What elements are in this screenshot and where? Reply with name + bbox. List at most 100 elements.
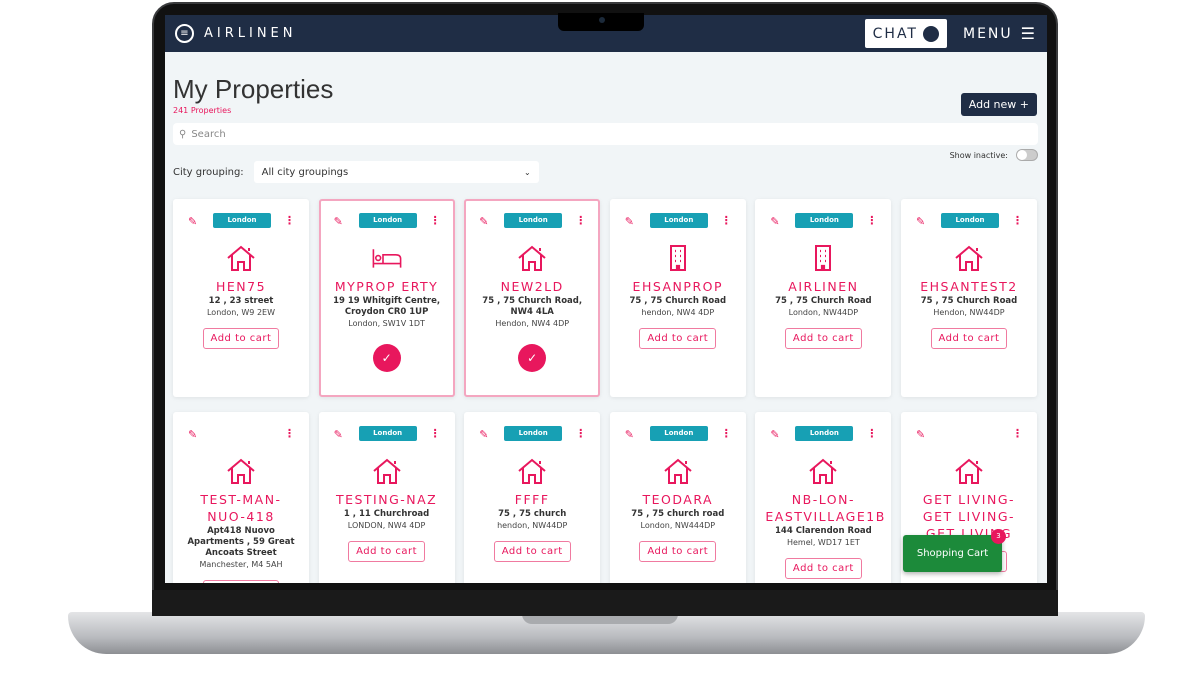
more-vertical-icon[interactable]: ⋮ [284, 427, 295, 440]
property-name: FFFF [514, 492, 550, 507]
chat-button[interactable]: CHAT [864, 19, 947, 48]
property-address: 144 Clarendon Road [775, 526, 872, 536]
menu-label: MENU [963, 25, 1013, 42]
pencil-icon[interactable]: ✎ [188, 215, 197, 228]
more-vertical-icon[interactable]: ⋮ [284, 214, 295, 227]
property-card[interactable]: ✎ ⋮ London EHSANTEST2 75 , 75 Church Road Hen… [900, 199, 1037, 397]
property-name: HEN75 [215, 279, 267, 294]
property-card[interactable]: ✎ ⋮ London AIRLINEN 75 , 75 Church Road Londo… [755, 199, 892, 397]
property-city: London, W9 2EW [206, 308, 275, 317]
add-to-cart-button[interactable]: Add to cart [930, 328, 1008, 349]
property-card[interactable]: ✎ ⋮ London FFFF 75 , 75 church hendon, NW44DP… [464, 412, 601, 583]
pencil-icon[interactable]: ✎ [770, 215, 779, 228]
house-icon [612, 457, 744, 489]
property-city: Manchester, M4 5AH [199, 560, 283, 569]
more-vertical-icon[interactable]: ⋮ [721, 427, 732, 440]
house-icon [903, 244, 1035, 276]
pencil-icon[interactable]: ✎ [770, 428, 779, 441]
more-vertical-icon[interactable]: ⋮ [866, 427, 877, 440]
page-title: My Properties [173, 74, 334, 104]
more-vertical-icon[interactable]: ⋮ [430, 427, 441, 440]
pencil-icon[interactable]: ✎ [625, 215, 634, 228]
property-city: LONDON, NW4 4DP [347, 521, 426, 530]
property-card[interactable]: ✎ ⋮ TEST-MAN-NUO-418 Apt418 Nuovo Apartment… [173, 412, 309, 583]
bed-icon [321, 244, 453, 276]
more-vertical-icon[interactable]: ⋮ [866, 214, 877, 227]
camera-notch [558, 13, 644, 31]
menu-circle-icon[interactable]: ≡ [175, 24, 194, 43]
selected-check-icon[interactable]: ✓ [372, 344, 401, 372]
property-address: 12 , 23 street [208, 296, 274, 306]
search-icon: ⚲ [179, 128, 187, 140]
property-card[interactable]: ✎ ⋮ London NEW2LD 75 , 75 Church Road, NW4 4… [464, 199, 601, 397]
more-vertical-icon[interactable]: ⋮ [721, 214, 732, 227]
pencil-icon[interactable]: ✎ [479, 428, 488, 441]
add-to-cart-button[interactable]: Add to cart [784, 328, 862, 349]
city-badge: London [649, 213, 708, 228]
more-vertical-icon[interactable]: ⋮ [430, 214, 441, 227]
property-address: 1 , 11 Churchroad [343, 509, 430, 519]
property-grid: ✎ ⋮ London HEN75 12 , 23 street London, W9 2E… [173, 199, 1038, 583]
shopping-cart-label: Shopping Cart [916, 548, 989, 559]
pencil-icon[interactable]: ✎ [625, 428, 634, 441]
property-address: 75 , 75 Church Road [775, 296, 872, 306]
property-address: Apt418 Nuovo Apartments , 59 Great Ancoa… [187, 526, 295, 558]
pencil-icon[interactable]: ✎ [479, 215, 488, 228]
add-to-cart-button[interactable]: Add to cart [639, 541, 717, 562]
menu-button[interactable]: MENU ☰ [963, 24, 1037, 43]
property-address: 75 , 75 Church Road, NW4 4LA [482, 296, 583, 317]
more-vertical-icon[interactable]: ⋮ [575, 427, 586, 440]
city-grouping-select[interactable]: All city groupings ⌄ [253, 161, 539, 183]
selected-check-icon[interactable]: ✓ [518, 344, 547, 372]
property-card[interactable]: ✎ ⋮ London EHSANPROP 75 , 75 Church Road hend… [609, 199, 746, 397]
property-address: 75 , 75 Church Road [920, 296, 1018, 306]
add-to-cart-button[interactable]: Add to cart [639, 328, 717, 349]
search-input[interactable]: ⚲ Search [173, 123, 1038, 145]
show-inactive-toggle[interactable] [1016, 149, 1038, 161]
city-badge: London [940, 213, 999, 228]
property-count: 241 Properties [173, 106, 232, 115]
building-icon [612, 244, 744, 276]
city-badge: London [795, 426, 854, 441]
house-icon [466, 244, 598, 276]
add-to-cart-button[interactable]: Add to cart [348, 541, 426, 562]
pencil-icon[interactable]: ✎ [916, 428, 925, 441]
laptop-chin [152, 590, 1058, 616]
building-icon [757, 244, 889, 276]
property-city: hendon, NW4 4DP [641, 308, 715, 317]
house-icon [466, 457, 598, 489]
property-card[interactable]: ✎ ⋮ London NB-LON-EASTVILLAGE1B 144 Clarendo… [755, 412, 892, 583]
cart-count-badge: 3 [991, 529, 1006, 544]
more-vertical-icon[interactable]: ⋮ [1012, 427, 1023, 440]
property-address: 75 , 75 church [498, 509, 567, 519]
house-icon [321, 457, 453, 489]
city-badge: London [213, 213, 271, 228]
property-address: 75 , 75 church road [631, 509, 725, 519]
add-to-cart-button[interactable]: Add to cart [202, 328, 280, 349]
search-placeholder: Search [191, 128, 226, 140]
city-grouping-value: All city groupings [261, 166, 349, 178]
pencil-icon[interactable]: ✎ [334, 215, 343, 228]
house-icon [175, 457, 307, 489]
property-card[interactable]: ✎ ⋮ London TESTING-NAZ 1 , 11 Churchroad LOND… [318, 412, 455, 583]
pencil-icon[interactable]: ✎ [334, 428, 343, 441]
add-to-cart-button[interactable]: Add to cart [784, 558, 862, 579]
show-inactive-label: Show inactive: [949, 150, 1008, 160]
property-card[interactable]: ✎ ⋮ London TEODARA 75 , 75 church road London… [609, 412, 746, 583]
pencil-icon[interactable]: ✎ [188, 428, 197, 441]
pencil-icon[interactable]: ✎ [916, 215, 925, 228]
add-new-button[interactable]: Add new + [960, 93, 1037, 116]
shopping-cart-button[interactable]: Shopping Cart 3 [903, 529, 1006, 572]
more-vertical-icon[interactable]: ⋮ [575, 214, 586, 227]
property-city: London, NW444DP [640, 521, 716, 530]
property-address: 19 19 Whitgift Centre, Croydon CR0 1UP [333, 296, 441, 317]
city-badge: London [504, 426, 563, 441]
property-name: AIRLINEN [788, 279, 859, 294]
more-vertical-icon[interactable]: ⋮ [1012, 214, 1023, 227]
add-to-cart-button[interactable]: Add to cart [202, 580, 280, 583]
city-badge: London [795, 213, 854, 228]
add-to-cart-button[interactable]: Add to cart [493, 541, 571, 562]
property-card[interactable]: ✎ ⋮ London HEN75 12 , 23 street London, W9 2E… [173, 199, 309, 397]
property-card[interactable]: ✎ ⋮ London MYPROP ERTY 19 19 Whitgift Centre… [318, 199, 455, 397]
brand-name[interactable]: AIRLINEN [204, 26, 297, 41]
